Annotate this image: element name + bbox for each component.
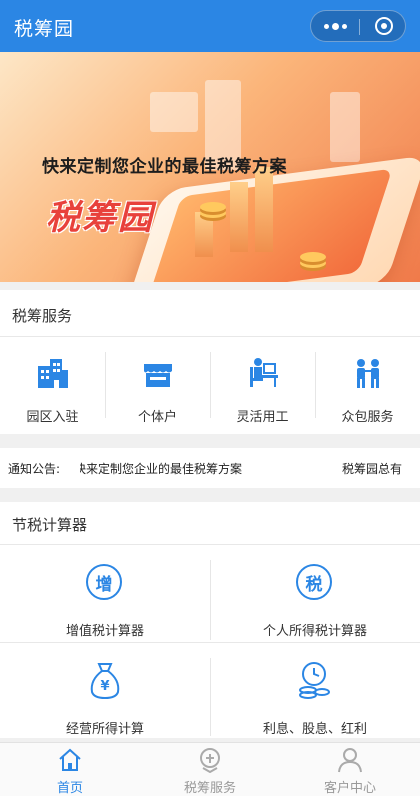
coin-stack: [200, 202, 226, 212]
service-label: 个体户: [137, 410, 177, 425]
vat-calculator[interactable]: 增 增值税计算器: [0, 554, 210, 654]
notice-marquee: 快来定制您企业的最佳税筹方案: [80, 448, 302, 488]
tab-customer-center[interactable]: 客户中心: [280, 743, 420, 796]
calculator-label: 增值税计算器: [65, 624, 144, 639]
bar-illustration: [255, 167, 273, 252]
notice-message: 快来定制您企业的最佳税筹方案: [80, 462, 243, 476]
services-title: 税筹服务: [12, 307, 73, 325]
calculator-title: 节税计算器: [12, 516, 88, 534]
bar-illustration: [195, 212, 213, 257]
storefront-icon: [144, 364, 172, 387]
bottom-tab-bar: 首页 税筹服务 客户中心: [0, 742, 420, 796]
people-icon: [357, 359, 379, 388]
service-label: 灵活用工: [236, 410, 289, 425]
chart-panel: [330, 92, 360, 162]
calc-row-divider: [0, 642, 420, 643]
calculator-label: 个人所得税计算器: [262, 624, 367, 639]
tab-label: 客户中心: [323, 781, 376, 796]
dividend-calculator[interactable]: 利息、股息、红利: [210, 652, 420, 752]
notice-label: 通知公告:: [8, 462, 61, 476]
close-target-icon[interactable]: [375, 17, 393, 35]
coin-stack: [300, 252, 326, 262]
home-icon: [59, 748, 81, 771]
calculator-label: 利息、股息、红利: [262, 722, 367, 737]
section-divider: [0, 544, 420, 545]
banner-headline: 快来定制您企业的最佳税筹方案: [42, 157, 287, 177]
bar-illustration: [230, 182, 248, 252]
tax-service-icon: [200, 748, 220, 773]
notice-message-next: 税筹园总有: [342, 462, 403, 476]
service-park-entry[interactable]: 园区入驻: [0, 344, 105, 426]
income-tax-calculator[interactable]: 税 个人所得税计算器: [210, 554, 420, 654]
tab-label: 首页: [56, 781, 83, 796]
app-title: 税筹园: [14, 18, 75, 40]
chart-panel: [150, 92, 198, 132]
app-bar: 税筹园: [0, 0, 420, 52]
tab-label: 税筹服务: [183, 781, 236, 796]
calculator-label: 经营所得计算: [65, 722, 144, 737]
building-icon: [38, 359, 68, 388]
section-divider: [0, 336, 420, 337]
coins-clock-icon: [299, 662, 330, 699]
notice-bar[interactable]: 通知公告: 快来定制您企业的最佳税筹方案 税筹园总有: [0, 448, 420, 488]
income-tax-icon: 税: [296, 564, 332, 600]
service-flexible-employment[interactable]: 灵活用工: [210, 344, 315, 426]
capsule-divider: [359, 19, 360, 35]
banner-logo: 税筹园: [46, 198, 154, 238]
more-options-icon[interactable]: [311, 11, 359, 41]
desk-worker-icon: [250, 358, 278, 387]
user-icon: [338, 748, 362, 773]
promo-banner[interactable]: 快来定制您企业的最佳税筹方案 税筹园: [0, 52, 420, 282]
money-bag-icon: ¥: [90, 663, 120, 700]
services-section: 税筹服务 园区入驻 个体户 灵活用工 众包服务: [0, 290, 420, 434]
tab-home[interactable]: 首页: [0, 743, 140, 796]
vat-icon: 增: [86, 564, 122, 600]
service-label: 园区入驻: [26, 410, 79, 425]
calculator-section: 节税计算器 增 增值税计算器 税 个人所得税计算器 ¥ 经营所得计算 利息、股息…: [0, 502, 420, 738]
service-label: 众包服务: [341, 410, 394, 425]
business-income-calculator[interactable]: ¥ 经营所得计算: [0, 652, 210, 752]
service-sole-proprietor[interactable]: 个体户: [105, 344, 210, 426]
mini-program-capsule: [310, 10, 406, 42]
service-crowdsourcing[interactable]: 众包服务: [315, 344, 420, 426]
tab-tax-service[interactable]: 税筹服务: [140, 743, 280, 796]
svg-text:¥: ¥: [100, 679, 109, 694]
